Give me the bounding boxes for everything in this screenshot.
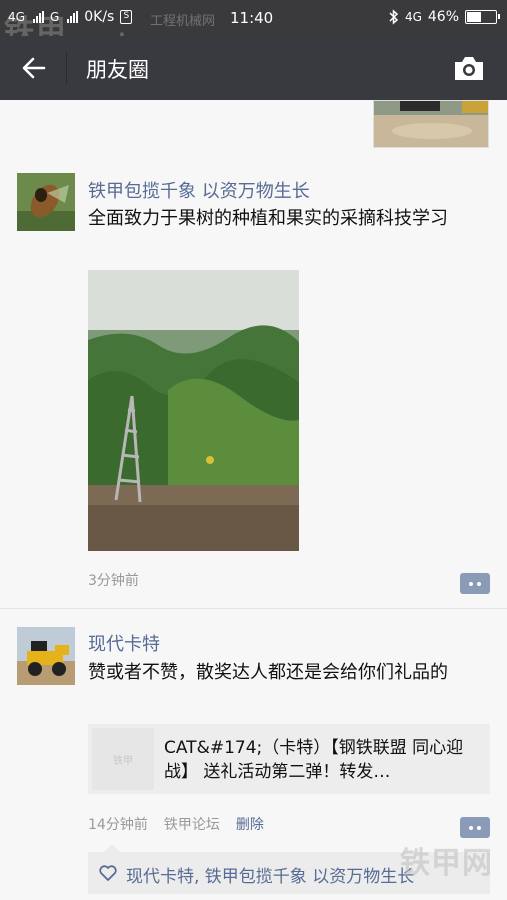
- watermark-site-cn: 工程机械网: [150, 14, 216, 29]
- clock: 11:40: [230, 9, 274, 27]
- shared-link-thumbnail: 铁甲: [92, 728, 154, 790]
- post-text: 赞或者不赞，散奖达人都还是会给你们礼品的: [88, 662, 448, 683]
- comment-button[interactable]: [460, 573, 490, 594]
- battery-level: [467, 12, 481, 22]
- delete-link[interactable]: 删除: [236, 814, 264, 834]
- camera-icon[interactable]: [453, 54, 485, 82]
- network-speed: 0K/s: [84, 9, 115, 25]
- signal-icon: [32, 11, 44, 23]
- status-bar: 铁甲 工程机械网 cehome.com 4G G 0K/s S 11:40 4G…: [0, 0, 507, 51]
- avatar[interactable]: [17, 627, 75, 685]
- likes-names[interactable]: 现代卡特, 铁甲包揽千象 以资万物生长: [126, 862, 414, 887]
- shared-link-title: CAT&#174;（卡特）【钢铁联盟 同心迎战】 送礼活动第二弹！转发…: [164, 738, 464, 782]
- arrow-left-icon[interactable]: [20, 54, 48, 82]
- battery-percent: 46%: [427, 9, 459, 25]
- network-type-1: 4G: [8, 10, 25, 24]
- page-title: 朋友圈: [86, 58, 149, 82]
- network-type-2: G: [49, 10, 60, 24]
- shared-link-card[interactable]: 铁甲 CAT&#174;（卡特）【钢铁联盟 同心迎战】 送礼活动第二弹！转发…: [88, 724, 490, 794]
- avatar[interactable]: [17, 173, 75, 231]
- post-time: 3分钟前: [88, 573, 139, 589]
- network-type-right: 4G: [404, 10, 422, 24]
- watermark-bottom: 铁甲网: [400, 846, 493, 881]
- battery-icon: [465, 10, 500, 24]
- heart-icon: [99, 865, 117, 881]
- post-photo[interactable]: [88, 270, 299, 551]
- comment-button[interactable]: [460, 817, 490, 838]
- post-divider: [0, 608, 507, 609]
- nav-divider: [66, 52, 67, 84]
- notification-icon: S: [120, 10, 133, 24]
- post-time: 14分钟前: [88, 817, 148, 833]
- post-author[interactable]: 铁甲包揽千象 以资万物生长: [88, 177, 310, 203]
- post-source[interactable]: 铁甲论坛: [164, 814, 220, 834]
- signal-icon-2: [67, 11, 79, 23]
- nav-bar: 朋友圈: [0, 36, 507, 100]
- post-meta: 3分钟前: [88, 570, 139, 590]
- post-meta: 14分钟前 铁甲论坛 删除: [88, 814, 264, 834]
- post-text: 全面致力于果树的种植和果实的采摘科技学习: [88, 208, 448, 229]
- post-author[interactable]: 现代卡特: [88, 630, 160, 656]
- bluetooth-icon: [389, 9, 399, 25]
- previous-post-image[interactable]: [373, 100, 489, 148]
